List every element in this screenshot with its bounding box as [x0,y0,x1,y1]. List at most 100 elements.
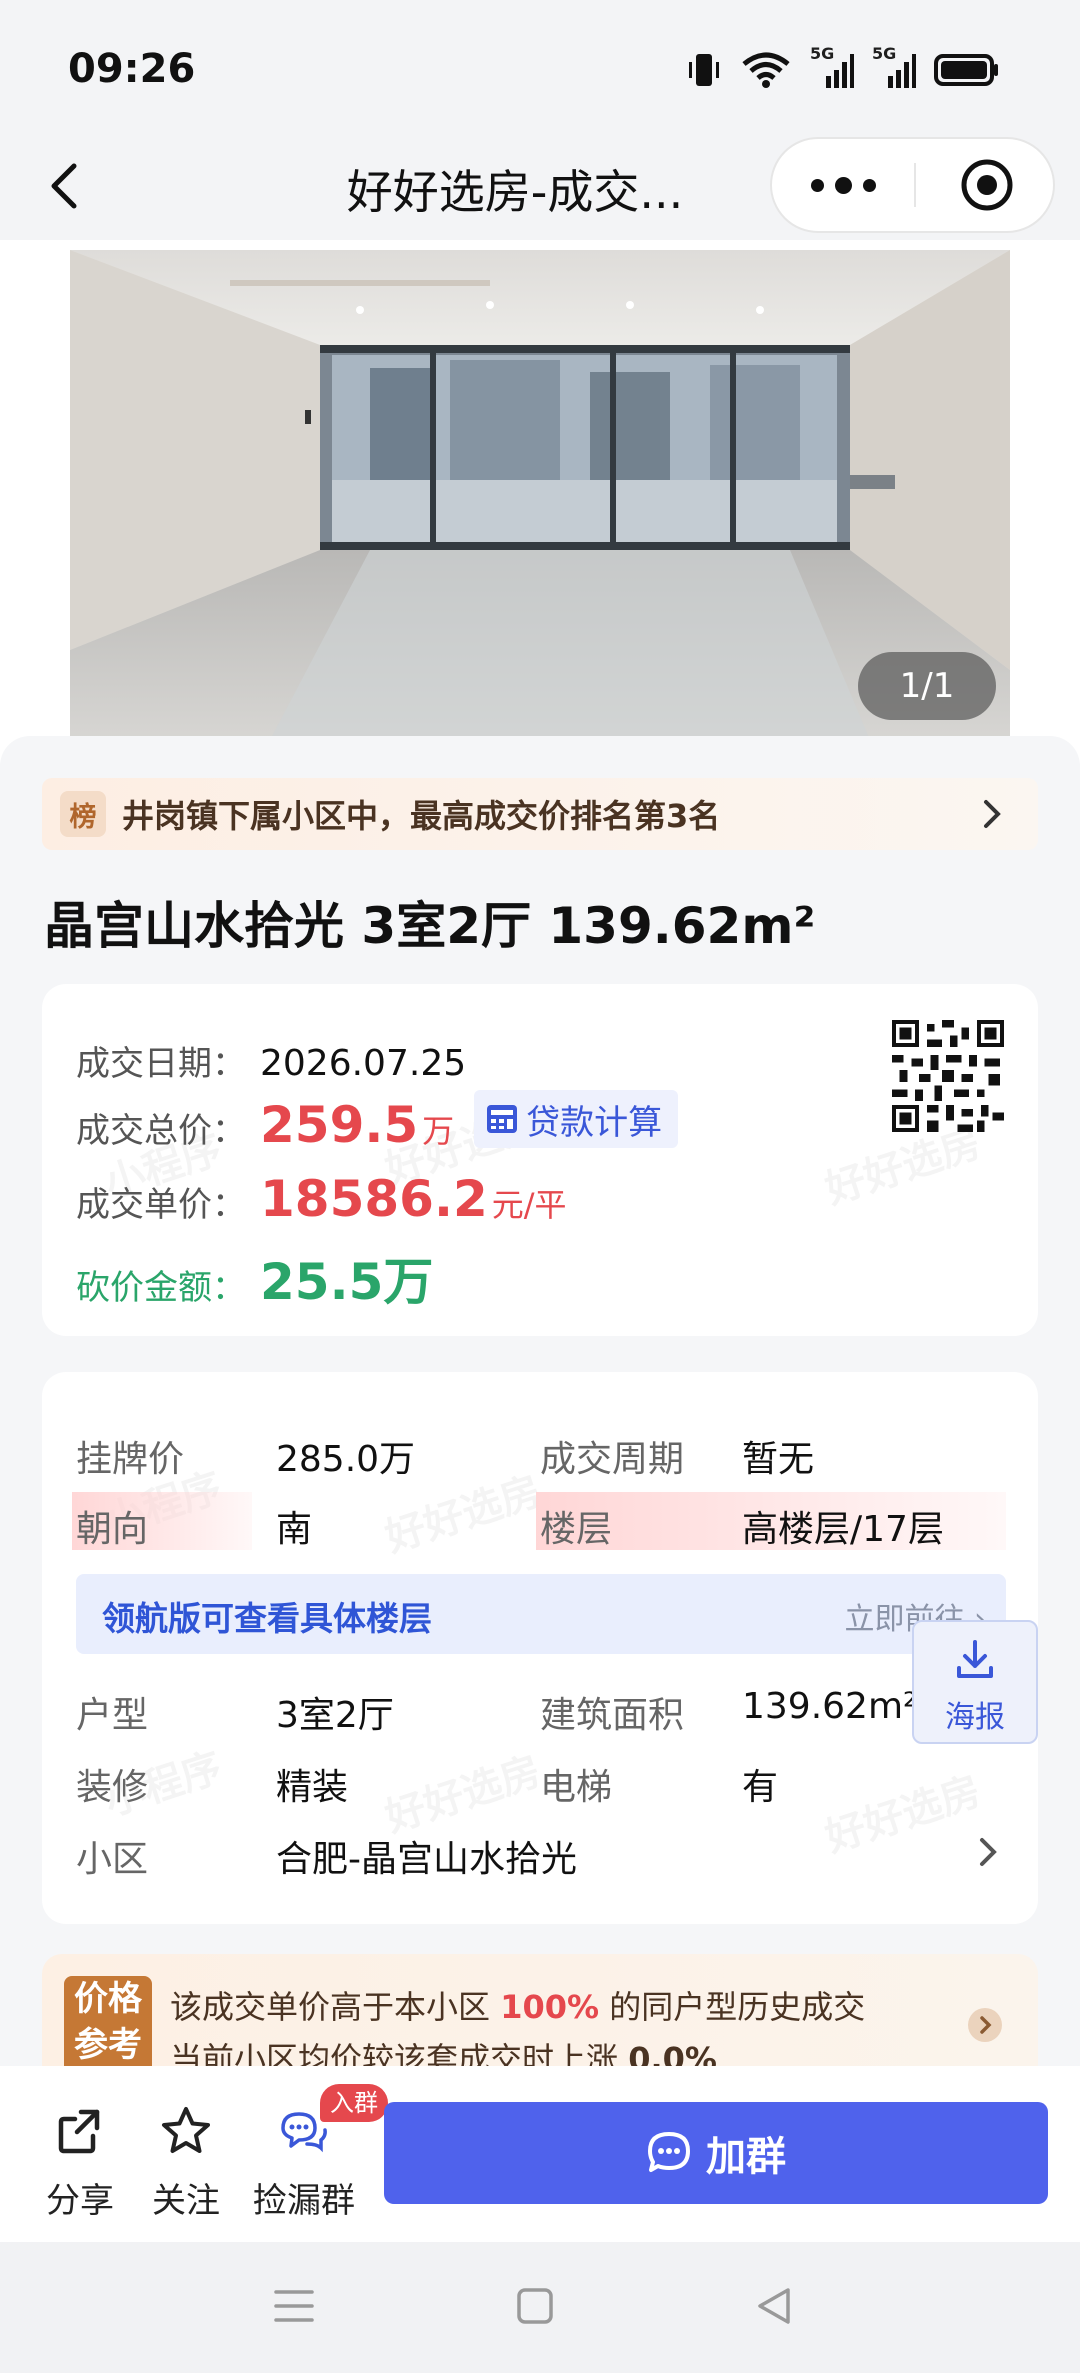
back-triangle-icon[interactable] [752,2284,796,2328]
floor-value: 高楼层/17层 [742,1509,944,1550]
wifi-icon [742,52,790,88]
price-compare-line1: 该成交单价高于本小区 100% 的同户型历史成交 [170,1982,865,2028]
join-group-button[interactable]: 加群 [384,2102,1048,2204]
price-trend-text: 当前小区均价较该套成交时上涨 [170,2040,629,2066]
detail-row-orientation: 朝向 南 楼层 高楼层/17层 [72,1492,1006,1550]
cellular-icon-2: 5G [872,44,916,90]
house-title: 晶宫山水拾光 3室2厅 139.62m² [44,897,816,955]
share-icon [58,2109,100,2154]
orientation-value: 南 [276,1509,313,1550]
qr-code-icon[interactable] [892,1020,1004,1132]
deal-cycle-value: 暂无 [742,1439,815,1480]
price-compare-line2: 当前小区均价较该套成交时上涨 0.0% [170,2034,717,2066]
details-card: 好好选房 小程序 好好选房 小程序 好好选房 挂牌价 285.0万 成交周期 暂… [42,1372,1038,1924]
target-icon [961,159,1012,211]
bargain-label: 砍价金额： [76,1268,246,1308]
close-mini-program-button[interactable] [916,139,1057,231]
share-label: 分享 [46,2181,114,2221]
floor-label: 楼层 [540,1509,613,1550]
rank-badge: 榜 [60,791,106,837]
system-navigation-bar [0,2242,1080,2373]
status-icons: 5G 5G [686,44,1000,90]
elevator-label: 电梯 [540,1767,613,1808]
price-reference-banner[interactable]: 价格 参考 该成交单价高于本小区 100% 的同户型历史成交 当前小区均价较该套… [42,1954,1038,2066]
pro-version-text: 领航版可查看具体楼层 [102,1599,432,1638]
loan-calculator-label: 贷款计算 [526,1102,663,1143]
bottom-action-bar: 分享 关注 捡漏群 入群 加群 [0,2066,1080,2242]
bargain-group-label: 捡漏群 [253,2181,355,2221]
deal-total-label: 成交总价： [76,1111,246,1151]
listing-price-label: 挂牌价 [76,1439,185,1480]
more-button[interactable] [772,139,914,231]
chevron-right-icon [968,2008,1002,2042]
mini-program-capsule [770,137,1055,233]
loan-calculator-button[interactable]: 贷款计算 [474,1090,679,1148]
deal-date-row: 成交日期： 2026.07.25 [76,1036,466,1085]
detail-row-decoration: 装修 精装 电梯 有 [76,1750,1006,1808]
bargain-value: 25.5万 [260,1253,434,1311]
cellular-icon-1: 5G [810,44,854,90]
vibrate-icon [689,54,719,86]
poster-label: 海报 [945,1700,1005,1735]
photo-counter: 1/1 [858,652,996,720]
deal-unit-price-label: 成交单价： [76,1185,246,1225]
community-label: 小区 [76,1839,149,1880]
detail-row-layout: 户型 3室2厅 建筑面积 139.62m² [76,1678,1006,1736]
nav-bar: 好好选房-成交... [0,130,1080,240]
area-label: 建筑面积 [540,1695,685,1736]
bargain-row: 砍价金额： 25.5万 [76,1242,433,1314]
layout-label: 户型 [76,1695,149,1736]
decoration-label: 装修 [76,1767,149,1808]
menu-icon[interactable] [272,2284,316,2328]
deal-unit-price-value: 18586.2 [260,1170,488,1228]
orientation-label: 朝向 [76,1509,149,1550]
pro-version-banner[interactable]: 领航版可查看具体楼层 立即前往 › [76,1574,1006,1654]
price-compare-percent: 100% [500,1988,600,2026]
status-bar: 09:26 5G 5G [0,0,1080,130]
price-compare-text: 该成交单价高于本小区 [170,1988,501,2026]
rank-text: 井岗镇下属小区中，最高成交价排名第3名 [122,797,721,835]
layout-value: 3室2厅 [276,1695,394,1736]
detail-sheet: 榜 井岗镇下属小区中，最高成交价排名第3名 晶宫山水拾光 3室2厅 139.62… [0,736,1080,2066]
elevator-value: 有 [742,1767,779,1808]
community-value: 合肥-晶宫山水拾光 [276,1839,577,1880]
listing-price-value: 285.0万 [276,1439,416,1480]
join-group-label: 加群 [706,2134,786,2180]
deal-total-unit: 万 [422,1112,455,1150]
price-reference-tag: 价格 参考 [64,1976,152,2066]
decoration-value: 精装 [276,1767,349,1808]
price-tag-line1: 价格 [74,1979,142,2019]
poster-button[interactable]: 海报 [912,1620,1038,1744]
star-icon [162,2107,210,2153]
rank-banner[interactable]: 榜 井岗镇下属小区中，最高成交价排名第3名 [42,778,1038,850]
join-group-badge: 入群 [320,2084,388,2122]
share-button[interactable]: 分享 [42,2104,118,2222]
calculator-icon [487,1105,518,1133]
deal-card: 好好选房 好好选房 小程序 成交日期： 2026.07.25 成交总价： 259… [42,984,1038,1336]
deal-total-row: 成交总价： 259.5 万 贷款计算 [76,1090,679,1154]
price-trend-percent: 0.0% [628,2040,717,2066]
detail-row-community[interactable]: 小区 合肥-晶宫山水拾光 [76,1822,1006,1880]
follow-button[interactable]: 关注 [148,2104,224,2222]
more-dot-icon [834,176,852,194]
house-photo[interactable]: 1/1 [70,250,1010,740]
detail-row-listing: 挂牌价 285.0万 成交周期 暂无 [76,1422,1006,1480]
area-value: 139.62m² [742,1686,918,1727]
chevron-right-icon [980,1838,997,1866]
price-compare-text: 的同户型历史成交 [599,1988,866,2026]
deal-cycle-label: 成交周期 [540,1439,685,1480]
home-icon[interactable] [515,2286,555,2326]
download-icon [957,1640,993,1678]
deal-date-label: 成交日期： [76,1044,246,1084]
price-tag-line2: 参考 [74,2025,142,2065]
status-time: 09:26 [68,46,196,92]
chat-icon [648,2132,690,2172]
deal-unit-price-row: 成交单价： 18586.2 元/平 [76,1170,567,1228]
battery-icon [934,54,998,86]
chevron-right-icon [984,800,1001,828]
deal-total-value: 259.5 [260,1096,419,1154]
deal-unit-price-unit: 元/平 [491,1186,567,1224]
more-dot-icon [862,178,876,192]
deal-date-value: 2026.07.25 [260,1043,467,1084]
more-dot-icon [810,178,824,192]
